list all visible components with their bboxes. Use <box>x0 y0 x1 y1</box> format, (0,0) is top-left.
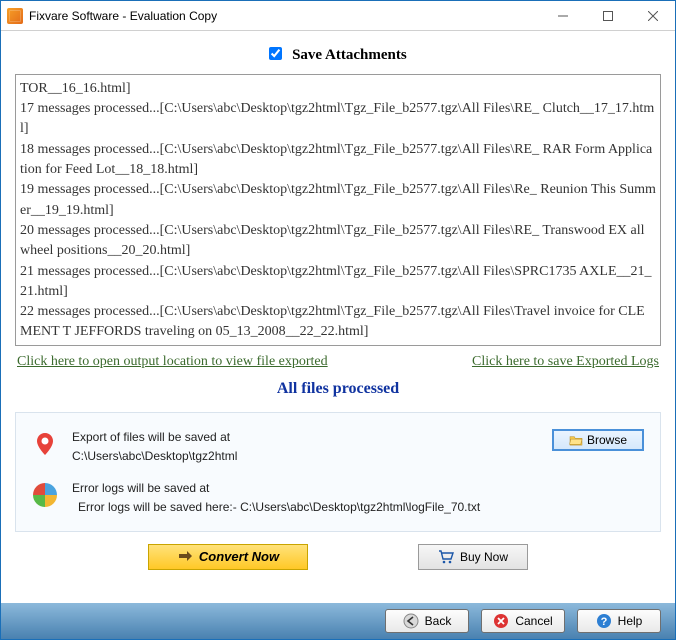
back-arrow-icon <box>403 613 419 629</box>
error-log-row: Error logs will be saved at Error logs w… <box>32 480 644 517</box>
save-attachments-text: Save Attachments <box>292 47 407 63</box>
cart-icon <box>438 550 454 564</box>
convert-now-label: Convert Now <box>199 549 279 564</box>
back-label: Back <box>425 614 452 628</box>
help-button[interactable]: ? Help <box>577 609 661 633</box>
buy-now-button[interactable]: Buy Now <box>418 544 528 570</box>
error-log-path: Error logs will be saved here:- C:\Users… <box>72 499 644 516</box>
open-output-link[interactable]: Click here to open output location to vi… <box>17 354 328 370</box>
location-pin-icon <box>32 431 58 457</box>
save-attachments-row: Save Attachments <box>15 41 661 74</box>
window-controls <box>540 1 675 30</box>
log-line: 20 messages processed...[C:\Users\abc\De… <box>20 221 656 262</box>
export-destination-row: Export of files will be saved at C:\User… <box>32 429 644 466</box>
back-button[interactable]: Back <box>385 609 469 633</box>
minimize-button[interactable] <box>540 1 585 30</box>
log-line: 18 messages processed...[C:\Users\abc\De… <box>20 140 656 181</box>
close-button[interactable] <box>630 1 675 30</box>
footer-bar: Back Cancel ? Help <box>1 603 675 639</box>
app-icon <box>7 8 23 24</box>
export-destination-label: Export of files will be saved at <box>72 429 538 446</box>
buy-now-label: Buy Now <box>460 550 508 564</box>
help-icon: ? <box>596 613 612 629</box>
help-label: Help <box>618 614 643 628</box>
main-content: Save Attachments 15 messages processed..… <box>1 31 675 580</box>
log-line: 16 messages processed...[C:\Users\abc\De… <box>20 74 656 99</box>
log-area[interactable]: 15 messages processed...[C:\Users\abc\De… <box>15 74 661 346</box>
error-log-text: Error logs will be saved at Error logs w… <box>72 480 644 517</box>
export-destination-text: Export of files will be saved at C:\User… <box>72 429 538 466</box>
convert-icon <box>177 549 193 565</box>
log-line: 19 messages processed...[C:\Users\abc\De… <box>20 180 656 221</box>
browse-button[interactable]: Browse <box>552 429 644 451</box>
status-message: All files processed <box>15 376 661 412</box>
window-title: Fixvare Software - Evaluation Copy <box>29 9 217 23</box>
cancel-button[interactable]: Cancel <box>481 609 565 633</box>
save-attachments-label[interactable]: Save Attachments <box>269 47 406 63</box>
convert-now-button[interactable]: Convert Now <box>148 544 308 570</box>
action-row: Convert Now Buy Now <box>15 538 661 580</box>
links-row: Click here to open output location to vi… <box>15 346 661 376</box>
browse-button-label: Browse <box>587 433 627 447</box>
log-line: 17 messages processed...[C:\Users\abc\De… <box>20 99 656 140</box>
maximize-button[interactable] <box>585 1 630 30</box>
save-logs-link[interactable]: Click here to save Exported Logs <box>472 354 659 370</box>
log-line: 21 messages processed...[C:\Users\abc\De… <box>20 262 656 303</box>
folder-icon <box>569 434 583 446</box>
export-destination-path: C:\Users\abc\Desktop\tgz2html <box>72 448 538 465</box>
error-log-label: Error logs will be saved at <box>72 480 644 497</box>
save-attachments-checkbox[interactable] <box>269 47 282 60</box>
cancel-label: Cancel <box>515 614 552 628</box>
svg-text:?: ? <box>600 616 607 628</box>
titlebar: Fixvare Software - Evaluation Copy <box>1 1 675 31</box>
destination-panel: Export of files will be saved at C:\User… <box>15 412 661 532</box>
pie-chart-icon <box>32 482 58 508</box>
cancel-icon <box>493 613 509 629</box>
log-line: 22 messages processed...[C:\Users\abc\De… <box>20 302 656 343</box>
